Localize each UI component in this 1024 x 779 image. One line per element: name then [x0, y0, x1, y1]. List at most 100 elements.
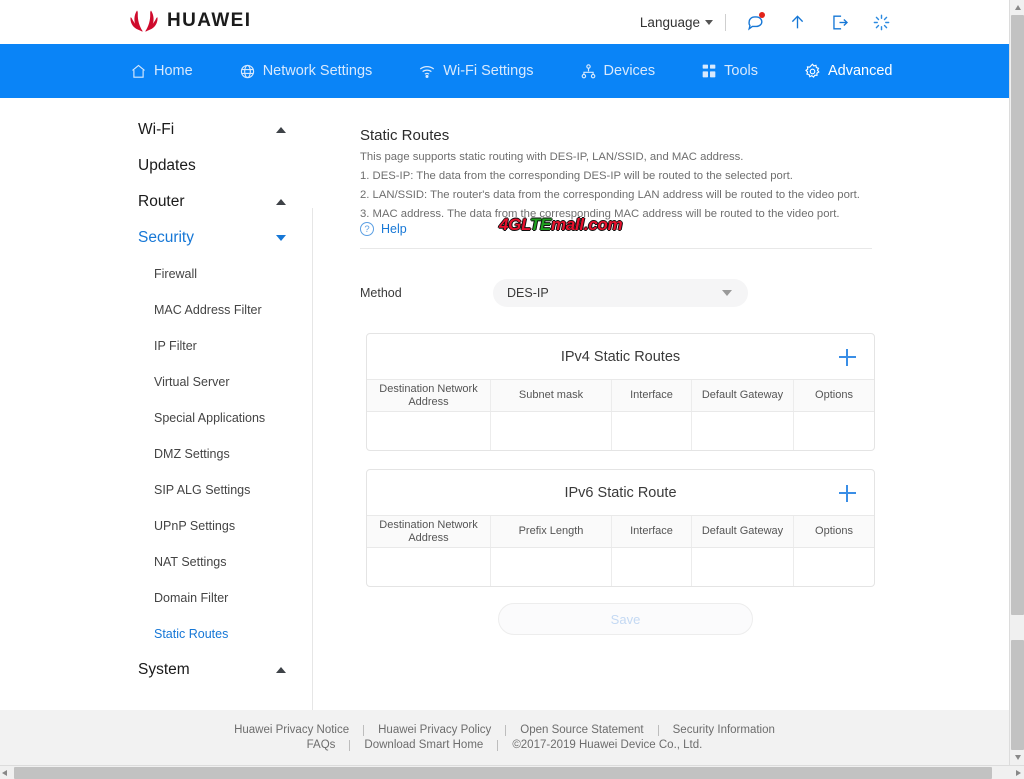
chevron-up-icon [276, 127, 286, 133]
footer-link-privacy-policy[interactable]: Huawei Privacy Policy [378, 724, 491, 736]
ipv4-col-default-gateway: Default Gateway [692, 380, 794, 411]
logout-icon[interactable] [824, 9, 854, 35]
feedback-chat-icon[interactable] [740, 9, 770, 35]
sidebar-item-label: DMZ Settings [154, 447, 230, 461]
description-line-0: This page supports static routing with D… [360, 150, 890, 165]
sidebar-item-static-routes[interactable]: Static Routes [0, 616, 312, 652]
chevron-down-icon [705, 20, 713, 25]
page-header: HUAWEI Language [0, 0, 1009, 44]
ipv6-add-route-button[interactable] [836, 482, 858, 504]
nav-item-devices[interactable]: Devices [580, 63, 656, 80]
horizontal-scrollbar-thumb[interactable] [14, 767, 992, 779]
main-navigation: Home Network Settings Wi-Fi Settings [0, 44, 1009, 98]
sidebar-item-mac-address-filter[interactable]: MAC Address Filter [0, 292, 312, 328]
ipv6-col-interface: Interface [612, 516, 692, 547]
vertical-scrollbar-thumb-lower[interactable] [1011, 640, 1024, 750]
upload-arrow-icon[interactable] [782, 9, 812, 35]
sidebar-item-label: Domain Filter [154, 591, 228, 605]
method-label: Method [360, 286, 493, 300]
sidebar-item-nat-settings[interactable]: NAT Settings [0, 544, 312, 580]
ipv4-column-headers: Destination Network Address Subnet mask … [367, 379, 874, 411]
ipv6-static-route-table: IPv6 Static Route Destination Network Ad… [366, 469, 875, 587]
method-field: Method DES-IP [360, 279, 800, 307]
description-line-1: 1. DES-IP: The data from the correspondi… [360, 169, 890, 184]
watermark-part-2: TE [530, 215, 551, 234]
table-row[interactable] [367, 547, 874, 586]
ipv4-add-route-button[interactable] [836, 346, 858, 368]
watermark-part-1: 4GL [499, 215, 530, 234]
footer-links-row-1: Huawei Privacy Notice Huawei Privacy Pol… [234, 724, 775, 736]
footer-separator [505, 725, 506, 736]
ipv6-table-header: IPv6 Static Route [367, 470, 874, 515]
watermark-part-3: mall.com [551, 215, 622, 234]
sidebar-item-domain-filter[interactable]: Domain Filter [0, 580, 312, 616]
sidebar-item-label: Firewall [154, 267, 197, 281]
nav-item-advanced[interactable]: Advanced [804, 63, 893, 80]
vertical-scrollbar-thumb[interactable] [1011, 15, 1024, 615]
chevron-up-icon [276, 199, 286, 205]
ipv4-col-options: Options [794, 380, 874, 411]
sidebar-group-updates[interactable]: Updates [0, 148, 312, 184]
section-divider [360, 248, 872, 249]
ipv6-col-default-gateway: Default Gateway [692, 516, 794, 547]
ipv6-column-headers: Destination Network Address Prefix Lengt… [367, 515, 874, 547]
ipv4-cell-subnet-mask [491, 412, 612, 450]
footer-links-row-2: FAQs Download Smart Home ©2017-2019 Huaw… [307, 739, 703, 751]
ipv6-col-options: Options [794, 516, 874, 547]
main-panel: Static Routes This page supports static … [313, 98, 1009, 710]
sidebar-item-virtual-server[interactable]: Virtual Server [0, 364, 312, 400]
sidebar-group-security[interactable]: Security [0, 220, 312, 256]
scroll-up-arrow-icon[interactable] [1010, 0, 1024, 15]
huawei-logo[interactable]: HUAWEI [130, 9, 251, 33]
footer-link-faqs[interactable]: FAQs [307, 739, 336, 751]
sidebar-item-sip-alg-settings[interactable]: SIP ALG Settings [0, 472, 312, 508]
nav-item-wifi-settings[interactable]: Wi-Fi Settings [418, 63, 533, 80]
nav-item-home[interactable]: Home [130, 63, 193, 80]
language-selector[interactable]: Language [640, 15, 725, 30]
sidebar-item-firewall[interactable]: Firewall [0, 256, 312, 292]
nav-item-network-settings[interactable]: Network Settings [239, 63, 373, 80]
loading-spinner-icon[interactable] [866, 9, 896, 35]
scroll-down-arrow-icon[interactable] [1010, 750, 1024, 765]
scroll-left-arrow-icon[interactable] [2, 770, 7, 776]
scroll-right-arrow-icon[interactable] [1016, 770, 1021, 776]
ipv4-cell-destination [367, 412, 491, 450]
content-area: Wi-Fi Updates Router Security Firewall M… [0, 98, 1009, 710]
notification-badge [759, 12, 765, 18]
horizontal-scrollbar[interactable] [0, 765, 1024, 779]
chevron-down-icon [722, 290, 732, 296]
ipv4-col-interface: Interface [612, 380, 692, 411]
sidebar-group-updates-label: Updates [138, 157, 196, 175]
page-title: Static Routes [360, 127, 449, 144]
sidebar-group-wifi[interactable]: Wi-Fi [0, 112, 312, 148]
sidebar-group-router[interactable]: Router [0, 184, 312, 220]
sidebar-group-security-label: Security [138, 229, 194, 247]
footer-link-download-smart-home[interactable]: Download Smart Home [364, 739, 483, 751]
sidebar-group-system[interactable]: System [0, 652, 312, 688]
sidebar-item-ip-filter[interactable]: IP Filter [0, 328, 312, 364]
sidebar-item-special-applications[interactable]: Special Applications [0, 400, 312, 436]
vertical-scrollbar[interactable] [1009, 0, 1024, 765]
header-actions: Language [640, 8, 896, 36]
method-dropdown[interactable]: DES-IP [493, 279, 748, 307]
method-selected-value: DES-IP [507, 286, 549, 300]
nav-item-tools[interactable]: Tools [701, 63, 758, 79]
footer-link-open-source-statement[interactable]: Open Source Statement [520, 724, 643, 736]
ipv4-cell-options [794, 412, 874, 450]
table-row[interactable] [367, 411, 874, 450]
help-link[interactable]: ? Help [360, 222, 407, 236]
language-label: Language [640, 15, 700, 30]
nav-item-network-settings-label: Network Settings [263, 63, 373, 79]
ipv6-col-destination: Destination Network Address [367, 516, 491, 547]
footer-link-security-information[interactable]: Security Information [673, 724, 775, 736]
ipv6-cell-default-gateway [692, 548, 794, 586]
footer-link-privacy-notice[interactable]: Huawei Privacy Notice [234, 724, 349, 736]
sidebar-item-upnp-settings[interactable]: UPnP Settings [0, 508, 312, 544]
sidebar-item-dmz-settings[interactable]: DMZ Settings [0, 436, 312, 472]
sidebar-item-label: IP Filter [154, 339, 197, 353]
ipv6-table-title: IPv6 Static Route [564, 485, 676, 501]
sidebar-item-label: UPnP Settings [154, 519, 235, 533]
browser-viewport: HUAWEI Language [0, 0, 1009, 765]
save-button[interactable]: Save [498, 603, 753, 635]
description-line-3: 3. MAC address. The data from the corres… [360, 207, 890, 222]
